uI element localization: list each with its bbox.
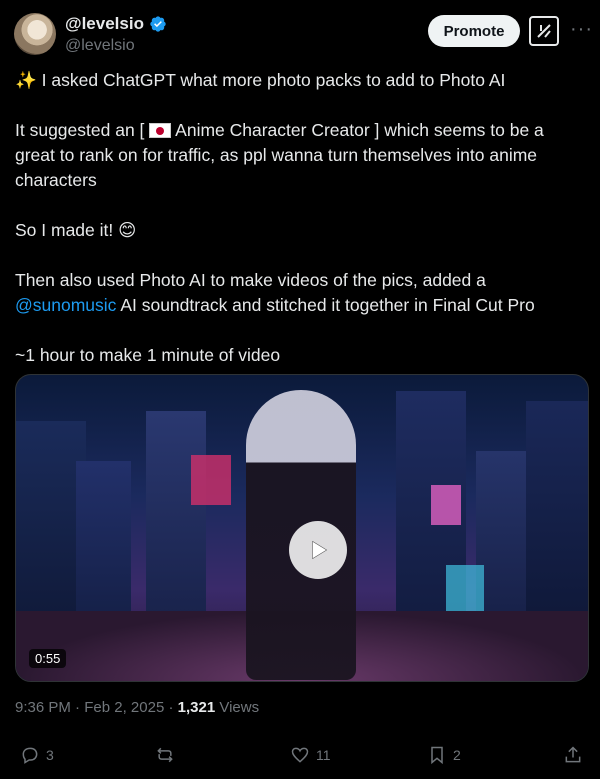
author-name-row[interactable]: @levelsio: [65, 14, 167, 34]
japan-flag-icon: [149, 123, 172, 138]
post-meta: 9:36 PM · Feb 2, 2025 · 1,321 Views: [15, 699, 260, 716]
views-count: 1,321: [177, 699, 216, 716]
author-handle[interactable]: @levelsio: [65, 37, 135, 55]
like-count: 11: [316, 747, 331, 763]
more-options-icon[interactable]: ···: [570, 18, 593, 41]
author-name[interactable]: @levelsio: [65, 14, 144, 34]
video-duration: 0:55: [29, 649, 67, 668]
action-bar: 3 11 2: [15, 745, 587, 775]
neon-sign: [191, 455, 231, 505]
reply-button[interactable]: 3: [20, 745, 54, 765]
post-line-5: ~1 hour to make 1 minute of video: [15, 345, 281, 365]
repost-icon: [157, 747, 173, 763]
post-line-2a: It suggested an [: [15, 120, 150, 140]
repost-button[interactable]: [155, 745, 181, 765]
post-line-1: I asked ChatGPT what more photo packs to…: [36, 70, 506, 90]
promote-button[interactable]: Promote: [428, 15, 520, 47]
smile-emoji-icon: 😊: [118, 220, 137, 240]
heart-icon: [291, 747, 309, 763]
share-button[interactable]: [563, 745, 583, 765]
neon-sign: [446, 565, 484, 613]
verified-badge-icon: [150, 16, 166, 32]
post-text: ✨ I asked ChatGPT what more photo packs …: [15, 68, 575, 393]
post-line-3: So I made it!: [15, 220, 119, 240]
reply-icon: [22, 747, 38, 764]
bookmark-button[interactable]: 2: [427, 745, 461, 765]
grok-icon[interactable]: [529, 16, 559, 46]
sparkles-emoji-icon: ✨: [15, 70, 37, 90]
bookmark-count: 2: [453, 747, 461, 763]
neon-sign: [431, 485, 461, 525]
play-button[interactable]: [289, 521, 347, 579]
post-time[interactable]: 9:36 PM: [15, 699, 71, 716]
video-player[interactable]: [15, 374, 589, 682]
mention-link[interactable]: @sunomusic: [15, 295, 116, 315]
like-button[interactable]: 11: [290, 745, 331, 765]
play-icon: [312, 540, 328, 560]
views-label: Views: [219, 699, 260, 716]
post-date[interactable]: Feb 2, 2025: [84, 699, 164, 716]
reply-count: 3: [46, 747, 54, 763]
bookmark-icon: [431, 746, 443, 765]
avatar[interactable]: [14, 13, 56, 55]
share-icon: [565, 746, 581, 763]
post-line-4a: Then also used Photo AI to make videos o…: [15, 270, 486, 290]
post-line-4b: AI soundtrack and stitched it together i…: [116, 295, 535, 315]
